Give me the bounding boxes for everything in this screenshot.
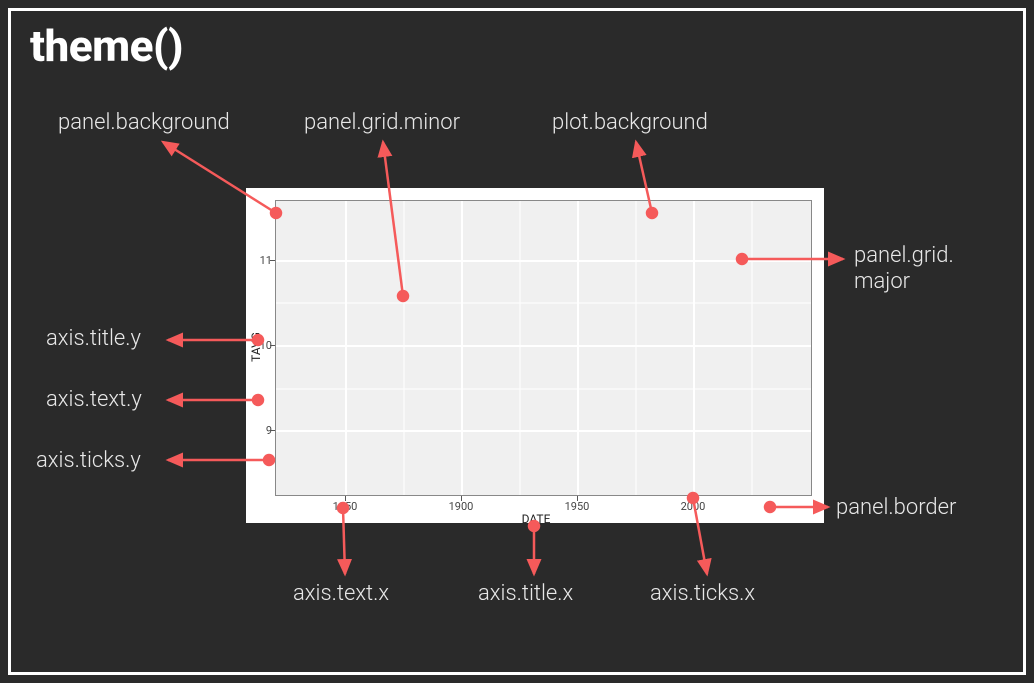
label-text: panel.grid. [854,243,954,268]
label-axis-title-x: axis.title.x [478,581,573,607]
label-panel-grid-major: panel.grid. major [854,243,954,296]
label-axis-title-y: axis.title.y [46,326,141,352]
x-tick-mark [693,496,694,501]
panel-grid [276,201,811,495]
label-panel-grid-minor: panel.grid.minor [304,110,460,136]
x-tick-label: 2000 [675,500,711,513]
y-tick-mark [270,345,275,346]
y-tick-label: 11 [248,254,272,267]
diagram-frame: theme() 11 10 9 1850 19 [0,0,1034,683]
page-title: theme() [30,20,183,72]
x-axis-title: DATE [506,512,566,526]
panel-background [275,200,812,496]
label-axis-ticks-x: axis.ticks.x [650,581,755,607]
y-tick-label: 9 [248,424,272,437]
x-tick-label: 1900 [443,500,479,513]
x-tick-mark [461,496,462,501]
y-tick-mark [270,430,275,431]
y-tick-mark [270,260,275,261]
y-axis-title: TAVG [249,332,263,362]
label-panel-border: panel.border [836,495,956,521]
x-tick-mark [577,496,578,501]
label-text: major [854,269,910,294]
x-tick-mark [345,496,346,501]
x-tick-label: 1850 [327,500,363,513]
label-axis-ticks-y: axis.ticks.y [36,448,141,474]
label-axis-text-x: axis.text.x [293,581,389,607]
label-panel-background: panel.background [58,110,230,136]
label-axis-text-y: axis.text.y [46,387,142,413]
label-plot-background: plot.background [552,110,708,136]
